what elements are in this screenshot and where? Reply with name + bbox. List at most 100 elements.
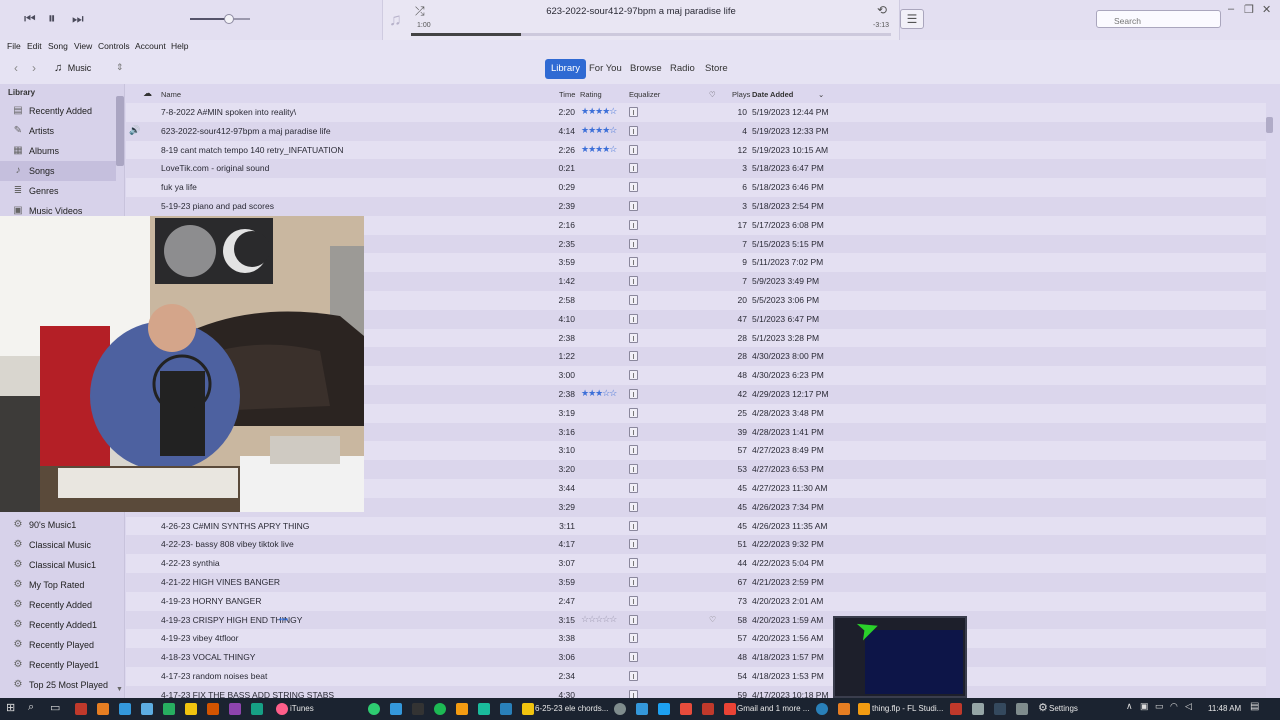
menu-view[interactable]: View [74, 41, 92, 51]
notification-icon[interactable]: ▤ [1250, 701, 1259, 712]
playlist-item[interactable]: ⚙ Recently Added [0, 595, 116, 615]
tab-for-you[interactable]: For You [583, 59, 628, 79]
playlist-item[interactable]: ⚙ 90's Music1 [0, 515, 116, 535]
previous-track-button[interactable]: ⏮ [24, 10, 36, 28]
song-row[interactable]: 4-21-22 HIGH VINES BANGER 3:59 67 4/21/2023… [126, 573, 1266, 592]
menu-edit[interactable]: Edit [27, 41, 42, 51]
menu-controls[interactable]: Controls [98, 41, 130, 51]
equalizer-icon[interactable] [629, 201, 638, 211]
taskbar-chrome-label[interactable]: 6-25-23 ele chords... [535, 704, 608, 713]
equalizer-icon[interactable] [629, 332, 638, 343]
app-icon-1[interactable] [75, 703, 87, 715]
taskbar-itunes-label[interactable]: iTunes [290, 704, 314, 713]
song-row[interactable]: 🔊 623-2022-sour412-97bpm a maj paradise l… [126, 121, 1266, 141]
back-arrow-icon[interactable]: ‹ [14, 61, 18, 75]
tiktok-icon[interactable] [412, 703, 424, 715]
song-row[interactable]: 4-19-23 vibey 4tfloor 3:38 57 4/20/2023 1:5… [126, 629, 1266, 649]
song-rating-stars[interactable]: ★★★★☆ [581, 106, 617, 117]
equalizer-icon[interactable] [629, 558, 638, 569]
equalizer-icon[interactable] [629, 144, 638, 155]
app-icon-15[interactable] [614, 703, 626, 715]
app-icon-23[interactable] [972, 703, 984, 715]
song-row[interactable]: 4-17-23 random noises beat 2:34 54 4/18/202… [126, 667, 1266, 686]
equalizer-icon[interactable] [629, 464, 638, 475]
repeat-icon[interactable]: ⟲ [877, 3, 887, 17]
column-equalizer[interactable]: Equalizer [629, 90, 660, 99]
app-icon-6[interactable] [185, 703, 197, 715]
column-date-added[interactable]: Date Added [752, 90, 793, 99]
chrome-doc-icon[interactable] [522, 703, 534, 715]
app-icon-12[interactable] [456, 703, 468, 715]
taskbar-settings-label[interactable]: Settings [1049, 704, 1078, 713]
app-icon-5[interactable] [163, 703, 175, 715]
app-icon-22[interactable] [950, 703, 962, 715]
playlist-item[interactable]: ⚙ Recently Added1 [0, 615, 116, 635]
song-row[interactable]: 5-19-23 piano and pad scores 2:39 3 5/18/20… [126, 197, 1266, 216]
equalizer-icon[interactable] [629, 539, 638, 550]
equalizer-icon[interactable] [629, 426, 638, 437]
equalizer-icon[interactable] [629, 125, 638, 136]
sort-chevron-icon[interactable]: ⌄ [818, 90, 824, 99]
fl-studio-icon[interactable] [858, 703, 870, 715]
app-icon-2[interactable] [97, 703, 109, 715]
equalizer-icon[interactable] [629, 276, 638, 287]
equalizer-icon[interactable] [629, 407, 638, 418]
sidebar-item-songs[interactable]: ♪ Songs [0, 161, 116, 181]
volume-slider[interactable] [190, 14, 250, 24]
tab-browse[interactable]: Browse [624, 59, 668, 79]
next-track-button[interactable]: ⏭ [72, 10, 84, 28]
app-icon-17[interactable] [658, 703, 670, 715]
song-list-scrollbar[interactable] [1266, 117, 1273, 133]
song-row[interactable]: 4-22-23 synthia 3:07 44 4/22/2023 5:04 PM [126, 554, 1266, 573]
playlist-item[interactable]: ⚙ My Top Rated [0, 575, 116, 595]
sidebar-item-recently-added[interactable]: ▤ Recently Added [0, 101, 116, 121]
song-rating-stars[interactable]: ★★★★☆ [581, 125, 617, 136]
tray-chevron-icon[interactable]: ∧ [1126, 701, 1133, 712]
equalizer-icon[interactable] [629, 238, 638, 249]
equalizer-icon[interactable] [629, 633, 638, 644]
app-icon-25[interactable] [1016, 703, 1028, 715]
wifi-icon[interactable]: ◠ [1170, 701, 1178, 712]
windows-start-icon[interactable]: ⊞ [6, 701, 15, 714]
tab-store[interactable]: Store [699, 59, 734, 79]
equalizer-icon[interactable] [629, 501, 638, 512]
menu-help[interactable]: Help [171, 41, 188, 51]
volume-icon[interactable]: ◁ [1185, 701, 1192, 712]
column-rating[interactable]: Rating [580, 90, 602, 99]
itunes-icon[interactable] [276, 703, 288, 715]
song-row[interactable]: 4-26-23 C#MIN SYNTHS APRY THING 3:11 45 4/2… [126, 516, 1266, 536]
sidebar-scrollbar[interactable] [116, 96, 124, 166]
app-icon-18[interactable] [680, 703, 692, 715]
gear-icon[interactable]: ⚙ [1038, 701, 1048, 714]
app-icon-7[interactable] [207, 703, 219, 715]
equalizer-icon[interactable] [629, 520, 638, 531]
progress-bar[interactable] [411, 33, 891, 36]
sidebar-item-artists[interactable]: ✎ Artists [0, 121, 116, 141]
search-icon[interactable]: ⌕ [28, 701, 34, 714]
app-icon-16[interactable] [636, 703, 648, 715]
close-icon[interactable]: ✕ [1262, 3, 1271, 16]
app-icon-4[interactable] [141, 703, 153, 715]
column-plays[interactable]: Plays [732, 90, 750, 99]
equalizer-icon[interactable] [629, 445, 638, 456]
equalizer-icon[interactable] [629, 389, 638, 399]
menu-account[interactable]: Account [135, 41, 166, 51]
gmail-icon[interactable] [724, 703, 736, 715]
playlist-item[interactable]: ⚙ Classical Music [0, 535, 116, 555]
song-row[interactable]: 4-19-23 CRISPY HIGH END THINGY ••• 3:15 ☆☆☆… [126, 610, 1266, 630]
equalizer-icon[interactable] [629, 163, 638, 174]
equalizer-icon[interactable] [629, 614, 638, 625]
app-icon-21[interactable] [838, 703, 850, 715]
up-next-list-button[interactable]: ☰ [900, 9, 924, 29]
tray-icon-1[interactable]: ▣ [1140, 701, 1149, 712]
song-rating-stars[interactable]: ★★★☆☆ [581, 388, 617, 399]
song-row[interactable]: 8-19 cant match tempo 140 retry_INFATUAT… [126, 140, 1266, 160]
taskbar-gmail-label[interactable]: Gmail and 1 more ... [737, 704, 809, 713]
equalizer-icon[interactable] [629, 370, 638, 381]
playlist-item[interactable]: ⚙ Classical Music1 [0, 555, 116, 575]
column-time[interactable]: Time [559, 90, 575, 99]
forward-arrow-icon[interactable]: › [32, 61, 36, 75]
sidebar-item-genres[interactable]: ≣ Genres [0, 181, 116, 201]
equalizer-icon[interactable] [629, 313, 638, 324]
scroll-down-icon[interactable]: ▼ [116, 686, 123, 693]
